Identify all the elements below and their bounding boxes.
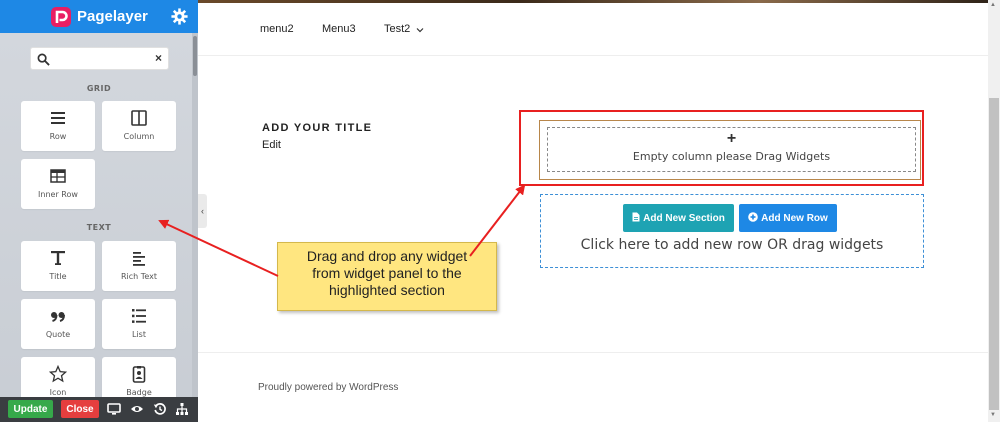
category-text: TEXT (86, 223, 112, 232)
badge-icon (132, 366, 146, 383)
widget-label: List (132, 330, 146, 339)
widget-quote[interactable]: Quote (21, 299, 95, 349)
empty-column-text: Empty column please Drag Widgets (632, 150, 831, 163)
widget-label: Inner Row (38, 190, 78, 199)
quote-icon (51, 312, 65, 322)
widget-column[interactable]: Column (102, 101, 176, 151)
callout-line: Drag and drop any widget (306, 248, 468, 264)
add-new-row-button[interactable]: Add New Row (739, 204, 837, 232)
widget-inner-row[interactable]: Inner Row (21, 159, 95, 209)
list-icon (132, 309, 146, 323)
instruction-callout: Drag and drop any widget from widget pan… (277, 242, 497, 311)
add-new-row-label: Add New Row (761, 213, 828, 224)
pagelayer-logo-icon (51, 7, 71, 27)
star-icon (49, 365, 67, 383)
widget-label: Icon (49, 388, 67, 397)
drop-zone-text: Click here to add new row OR drag widget… (580, 237, 884, 253)
header-divider (198, 55, 988, 56)
panel-header: Pagelayer (0, 0, 198, 33)
clear-search-icon[interactable]: × (155, 51, 162, 65)
collapse-panel-button[interactable]: ‹ (198, 194, 207, 228)
widget-title[interactable]: Title (21, 241, 95, 291)
widget-label: Row (49, 132, 67, 141)
sitemap-icon[interactable] (175, 402, 189, 416)
inner-row-icon (50, 169, 66, 183)
rows-icon (51, 112, 65, 124)
add-new-section-button[interactable]: Add New Section (623, 204, 734, 232)
widget-label: Badge (126, 388, 152, 397)
page-scrollbar-thumb[interactable] (989, 98, 999, 410)
widget-list[interactable]: List (102, 299, 176, 349)
title-icon (51, 251, 65, 265)
title-edit-text[interactable]: Edit (262, 139, 281, 151)
widget-label: Rich Text (121, 272, 157, 281)
site-footer-text[interactable]: Proudly powered by WordPress (258, 382, 398, 393)
widget-panel: Pagelayer × GRID Row Column Inner Row TE… (0, 0, 198, 422)
widget-label: Quote (45, 330, 71, 339)
callout-line: highlighted section (329, 282, 445, 298)
chevron-down-icon (416, 28, 424, 33)
gear-icon[interactable] (171, 8, 188, 25)
file-icon (632, 212, 640, 222)
widget-search: × (30, 47, 169, 70)
panel-scrollbar-thumb[interactable] (193, 36, 197, 76)
close-button[interactable]: Close (61, 400, 99, 418)
add-new-section-label: Add New Section (643, 213, 725, 224)
category-grid: GRID (86, 84, 112, 93)
columns-icon (131, 110, 147, 126)
widget-rich-text[interactable]: Rich Text (102, 241, 176, 291)
header-image-strip (198, 0, 1000, 3)
rich-text-icon (133, 252, 145, 266)
desktop-icon[interactable] (107, 402, 121, 416)
scroll-down-icon[interactable]: ▼ (990, 412, 996, 418)
update-button[interactable]: Update (8, 400, 53, 418)
brand-name: Pagelayer (77, 8, 148, 25)
search-icon (37, 53, 50, 66)
widget-label: Title (49, 272, 67, 281)
nav-item-menu2[interactable]: menu2 (260, 23, 294, 35)
footer-divider (198, 352, 988, 353)
page-title[interactable]: ADD YOUR TITLE (262, 122, 372, 134)
plus-circle-icon (748, 212, 758, 222)
history-icon[interactable] (153, 402, 167, 416)
callout-line: from widget panel to the (312, 265, 462, 281)
scroll-up-icon[interactable]: ▲ (990, 2, 996, 8)
nav-item-test2[interactable]: Test2 (384, 23, 410, 35)
empty-column[interactable]: + Empty column please Drag Widgets (547, 127, 916, 172)
eye-icon[interactable] (130, 402, 144, 416)
nav-item-menu3[interactable]: Menu3 (322, 23, 356, 35)
widget-row[interactable]: Row (21, 101, 95, 151)
search-input[interactable] (53, 50, 149, 67)
widget-label: Column (123, 132, 155, 141)
add-widget-plus-icon[interactable]: + (548, 131, 915, 147)
